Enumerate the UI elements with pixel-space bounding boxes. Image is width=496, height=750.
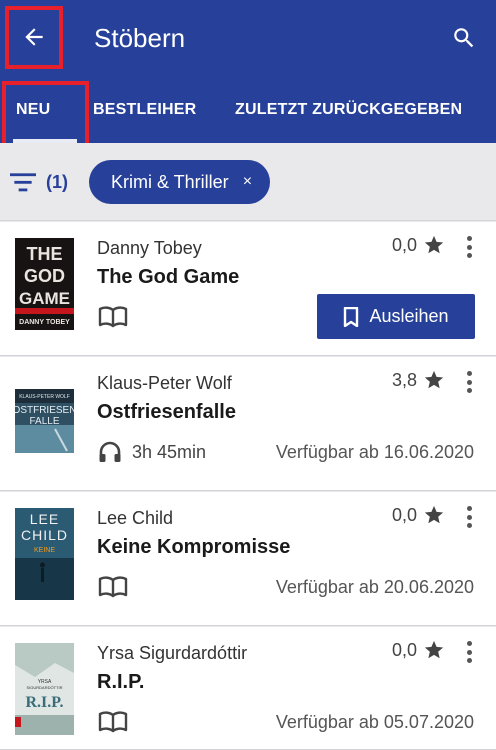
format-indicator [98,576,128,598]
cover-text: CHILD [21,527,68,543]
star-icon [424,640,444,659]
cover-text: THE [27,244,63,264]
rating-value: 0,0 [392,234,418,255]
book-row[interactable]: THE GOD GAME DANNY TOBEY Danny Tobey The… [0,222,496,356]
availability-text: Verfügbar ab 05.07.2020 [275,712,474,732]
rating-value: 0,0 [392,639,418,660]
headphones-icon [99,441,121,462]
search-button[interactable] [448,22,480,54]
cover-text: DANNY TOBEY [19,319,70,326]
book-author: Danny Tobey [97,238,202,258]
cover-text: FALLE [29,416,59,427]
chip-close-icon[interactable]: × [243,173,252,191]
book-rating: 0,0 [392,234,445,256]
cover-text: GOD [24,266,65,286]
cover-text: KEINE [34,547,55,554]
arrow-left-icon [25,28,43,46]
bookmark-icon [344,306,359,327]
filter-chip-krimi-thriller[interactable]: Krimi & Thriller × [89,160,271,204]
book-cover: KLAUS-PETER WOLF OSTFRIESEN FALLE [15,389,74,453]
star-icon [424,235,444,254]
availability-text: Verfügbar ab 16.06.2020 [275,442,474,462]
audio-duration: 3h 45min [132,441,207,462]
book-open-icon [98,306,128,328]
star-icon [424,370,444,389]
cover-text: LEE [30,511,59,527]
chip-label: Krimi & Thriller [111,171,229,192]
format-indicator [98,711,128,733]
tab-bestleiher[interactable]: BESTLEIHER [93,98,196,122]
book-title[interactable]: The God Game [97,266,239,289]
book-author: Klaus-Peter Wolf [97,373,232,393]
rating-value: 3,8 [392,369,418,390]
book-cover: LEE CHILD KEINE [15,508,74,600]
book-title[interactable]: Ostfriesenfalle [97,401,236,424]
cover-text: SIGURDARDÓTTIR [27,685,63,690]
borrow-label: Ausleihen [369,306,449,326]
more-options-icon[interactable] [462,234,476,260]
format-indicator [98,306,128,328]
cover-text: KLAUS-PETER WOLF [19,394,70,400]
book-row[interactable]: KLAUS-PETER WOLF OSTFRIESEN FALLE Klaus-… [0,357,496,491]
more-options-icon[interactable] [462,639,476,665]
book-cover: YRSA SIGURDARDÓTTIR R.I.P. [15,643,74,735]
tab-zuletzt-zurueckgegeben[interactable]: ZULETZT ZURÜCKGEGEBEN [235,98,462,122]
cover-text: OSTFRIESEN [15,405,74,416]
more-options-icon[interactable] [462,504,476,530]
book-author: Lee Child [97,508,174,528]
search-icon [454,28,474,48]
book-title[interactable]: Keine Kompromisse [97,536,290,559]
page-title: Stöbern [94,23,186,53]
back-button[interactable] [14,14,54,60]
book-row[interactable]: YRSA SIGURDARDÓTTIR R.I.P. Yrsa Sigurdar… [0,627,496,750]
filter-button[interactable]: (1) [10,171,68,193]
book-title[interactable]: R.I.P. [97,671,144,694]
star-icon [424,505,444,524]
filter-list-icon [10,173,36,192]
book-rating: 3,8 [392,369,445,391]
availability-text: Verfügbar ab 20.06.2020 [275,577,474,597]
book-row[interactable]: LEE CHILD KEINE Lee Child Keine Kompromi… [0,492,496,626]
book-cover: THE GOD GAME DANNY TOBEY [15,238,74,330]
book-open-icon [98,711,128,733]
filter-count: (1) [46,171,68,192]
book-rating: 0,0 [392,504,445,526]
format-indicator: 3h 45min [98,441,206,463]
filter-bar: (1) Krimi & Thriller × [0,143,496,221]
cover-text: R.I.P. [25,694,63,711]
book-author: Yrsa Sigurdardóttir [97,643,248,663]
book-open-icon [98,576,128,598]
borrow-button[interactable]: Ausleihen [317,294,475,339]
rating-value: 0,0 [392,504,418,525]
book-rating: 0,0 [392,639,445,661]
more-options-icon[interactable] [462,369,476,395]
cover-text: GAME [19,289,70,308]
